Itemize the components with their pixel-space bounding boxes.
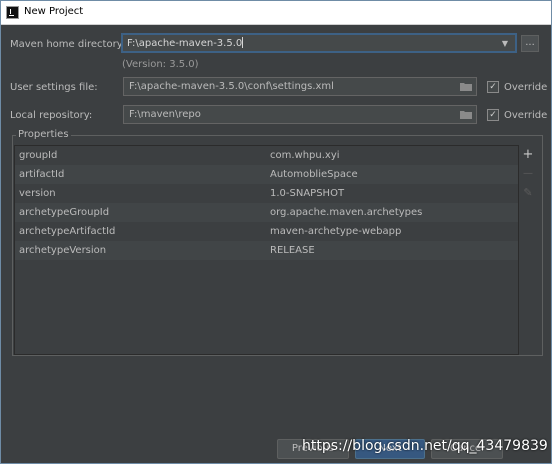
text-caret — [242, 37, 244, 48]
new-project-dialog: New Project Maven home directory: F:\apa… — [0, 0, 552, 464]
table-row[interactable]: archetypeGroupId org.apache.maven.archet… — [15, 203, 518, 222]
watermark-text: https://blog.csdn.net/qq_43479839 — [302, 438, 548, 454]
maven-home-combobox[interactable]: F:\apache-maven-3.5.0 ▼ — [121, 33, 517, 53]
property-key: archetypeArtifactId — [19, 226, 116, 237]
property-value[interactable]: org.apache.maven.archetypes — [270, 207, 422, 218]
edit-icon[interactable]: ✎ — [521, 186, 535, 200]
properties-table[interactable]: groupId com.whpu.xyi artifactId Automobl… — [14, 145, 519, 355]
chevron-down-icon[interactable]: ▼ — [498, 38, 512, 50]
user-settings-field[interactable]: F:\apache-maven-3.5.0\conf\settings.xml — [123, 77, 477, 96]
local-repo-label: Local repository: — [10, 110, 93, 121]
property-value[interactable]: maven-archetype-webapp — [270, 226, 401, 237]
table-row[interactable]: archetypeVersion RELEASE — [15, 241, 518, 260]
table-row[interactable]: version 1.0-SNAPSHOT — [15, 184, 518, 203]
user-settings-override-label: Override — [504, 82, 548, 93]
property-key: artifactId — [19, 169, 65, 180]
user-settings-label: User settings file: — [10, 82, 98, 93]
table-row[interactable]: artifactId AutomoblieSpace — [15, 165, 518, 184]
property-key: archetypeVersion — [19, 245, 107, 256]
property-value[interactable]: AutomoblieSpace — [270, 169, 358, 180]
properties-toolbar: + — ✎ — [519, 145, 537, 355]
folder-icon[interactable] — [460, 82, 472, 91]
title-bar: New Project — [1, 1, 551, 25]
local-repo-override-checkbox[interactable]: ✓ — [487, 109, 499, 121]
maven-home-label: Maven home directory: — [10, 39, 126, 50]
maven-version-text: (Version: 3.5.0) — [122, 59, 199, 70]
intellij-app-icon — [6, 6, 19, 19]
folder-icon[interactable] — [460, 110, 472, 119]
user-settings-value: F:\apache-maven-3.5.0\conf\settings.xml — [129, 81, 334, 92]
add-icon[interactable]: + — [521, 148, 535, 162]
property-value[interactable]: 1.0-SNAPSHOT — [270, 188, 344, 199]
property-key: version — [19, 188, 56, 199]
property-key: archetypeGroupId — [19, 207, 110, 218]
table-row[interactable]: archetypeArtifactId maven-archetype-weba… — [15, 222, 518, 241]
browse-maven-home-button[interactable]: ... — [521, 35, 539, 52]
property-key: groupId — [19, 150, 58, 161]
properties-title: Properties — [16, 129, 71, 140]
user-settings-override-checkbox[interactable]: ✓ — [487, 81, 499, 93]
property-value[interactable]: RELEASE — [270, 245, 315, 256]
table-row[interactable]: groupId com.whpu.xyi — [15, 146, 518, 165]
remove-icon[interactable]: — — [521, 167, 535, 181]
local-repo-field[interactable]: F:\maven\repo — [123, 105, 477, 124]
property-value[interactable]: com.whpu.xyi — [270, 150, 340, 161]
window-title: New Project — [24, 6, 84, 17]
local-repo-value: F:\maven\repo — [129, 109, 201, 120]
maven-home-value: F:\apache-maven-3.5.0 — [127, 38, 243, 49]
local-repo-override-label: Override — [504, 110, 548, 121]
